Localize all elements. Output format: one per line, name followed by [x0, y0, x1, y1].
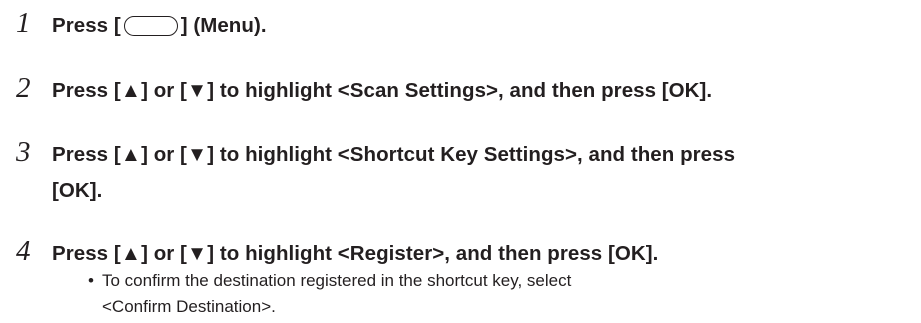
menu-key-icon [123, 16, 178, 36]
bullet-icon: • [88, 271, 94, 290]
step-text-after: ] (Menu). [180, 14, 267, 37]
step-instruction-line: [OK]. [52, 179, 103, 202]
note-text-line: To confirm the destination registered in… [102, 271, 572, 290]
step-instruction: Press [▲] or [▼] to highlight <Register>… [52, 242, 659, 265]
step-instruction: Press [▲] or [▼] to highlight <Scan Sett… [52, 79, 713, 102]
step-instruction: Press [▲] or [▼] to highlight <Shortcut … [52, 137, 914, 209]
step-number: 2 [16, 72, 31, 104]
step-instruction-line: Press [▲] or [▼] to highlight <Shortcut … [52, 143, 736, 166]
step-number: 1 [16, 7, 31, 39]
note-text-line: <Confirm Destination>. [102, 297, 276, 316]
step-number: 3 [16, 136, 31, 168]
step-instruction: Press [ ] (Menu). [52, 8, 914, 44]
step-text-before: Press [ [52, 14, 121, 37]
note-text: To confirm the destination registered in… [102, 268, 862, 320]
step-number: 4 [16, 235, 31, 267]
